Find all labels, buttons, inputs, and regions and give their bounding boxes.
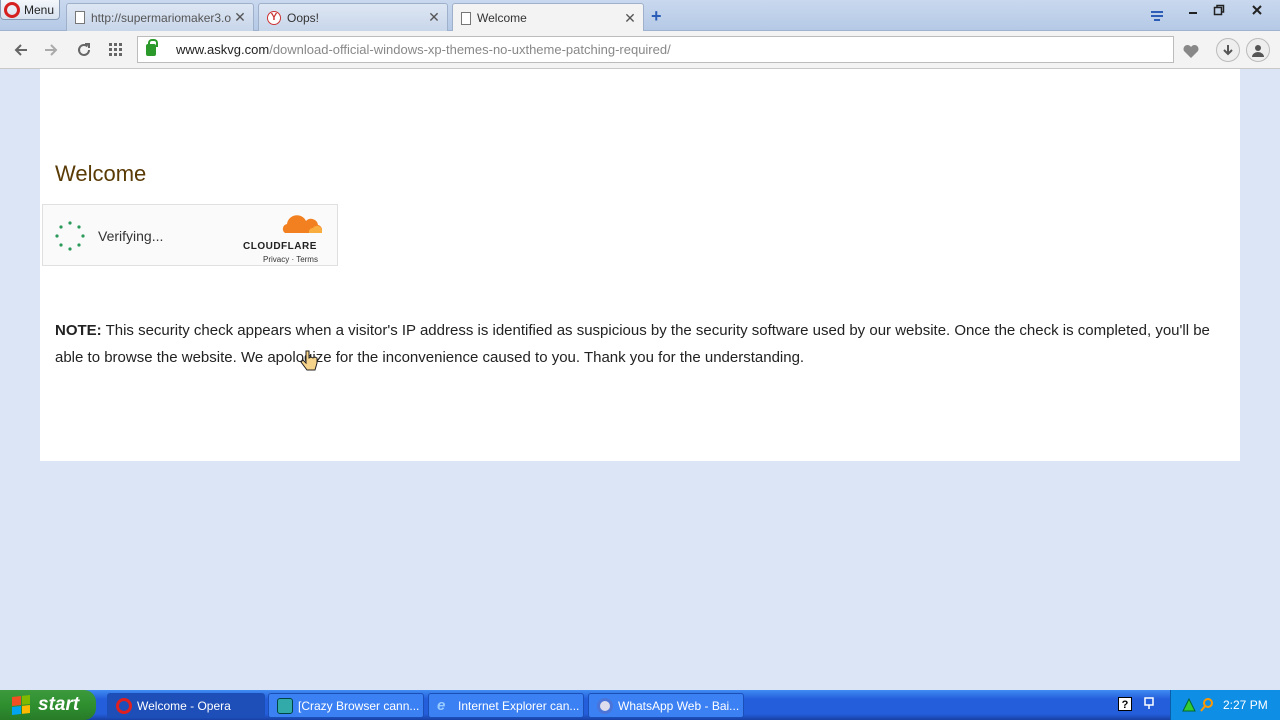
clock[interactable]: 2:27 PM [1223, 698, 1268, 712]
security-note: NOTE: This security check appears when a… [55, 317, 1215, 371]
address-bar[interactable]: www.askvg.com /download-official-windows… [137, 36, 1174, 63]
network-icon[interactable] [1142, 695, 1156, 716]
note-label: NOTE: [55, 322, 102, 339]
taskbar-item-label: [Crazy Browser cann... [298, 698, 420, 713]
speed-dial-icon[interactable] [105, 39, 127, 61]
windows-flag-icon [12, 695, 30, 715]
browser-icon [597, 697, 613, 714]
cloudflare-verification-widget[interactable]: Verifying... CLOUDFLARE Privacy · Terms [42, 204, 338, 266]
tab-welcome[interactable]: Welcome ✕ [452, 3, 644, 32]
taskbar-item-opera[interactable]: Welcome - Opera [107, 693, 265, 718]
page-icon [75, 11, 85, 24]
cloudflare-cloud-icon [282, 215, 323, 233]
reload-button[interactable] [73, 39, 95, 61]
verifying-status: Verifying... [98, 228, 164, 244]
search-icon[interactable] [1199, 697, 1215, 713]
taskbar-item-label: Internet Explorer can... [458, 698, 580, 713]
tab-label: http://supermariomaker3.org [91, 10, 231, 25]
taskbar-item-crazy-browser[interactable]: [Crazy Browser cann... [268, 693, 424, 718]
start-button[interactable]: start [0, 690, 96, 720]
close-tab-icon[interactable]: ✕ [425, 9, 443, 26]
internet-explorer-icon: e [437, 696, 446, 714]
tab-strip: Menu http://supermariomaker3.org ✕ Y Oop… [0, 0, 1280, 32]
taskbar: start Welcome - Opera [Crazy Browser can… [0, 690, 1280, 720]
opera-icon [116, 697, 132, 714]
stash-heart-icon[interactable] [1180, 39, 1202, 61]
page-content: Welcome Verifying... CLOUDFLARE Privacy … [40, 69, 1240, 461]
back-button[interactable] [10, 39, 32, 61]
note-text: This security check appears when a visit… [55, 322, 1210, 366]
page-title: Welcome [55, 161, 147, 186]
close-tab-icon[interactable]: ✕ [231, 9, 249, 26]
privacy-terms-links[interactable]: Privacy · Terms [263, 255, 323, 264]
account-icon[interactable] [1246, 38, 1270, 62]
crazy-browser-icon [277, 697, 293, 714]
cloudflare-brand: CLOUDFLARE [243, 241, 317, 252]
yandex-icon: Y [267, 10, 281, 25]
navigation-bar: www.askvg.com /download-official-windows… [0, 31, 1280, 69]
tab-supermariomaker[interactable]: http://supermariomaker3.org ✕ [66, 3, 254, 31]
menu-label: Menu [24, 2, 55, 17]
opera-logo-icon [4, 1, 20, 18]
secure-lock-icon [146, 38, 158, 56]
close-tab-icon[interactable]: ✕ [621, 10, 639, 27]
taskbar-item-label: WhatsApp Web - Bai... [618, 698, 740, 713]
url-host: www.askvg.com [176, 42, 270, 57]
spinner-icon [55, 221, 85, 251]
cloudflare-logo: CLOUDFLARE Privacy · Terms [243, 213, 323, 264]
taskbar-item-internet-explorer[interactable]: e Internet Explorer can... [428, 693, 584, 718]
tray-app-icon[interactable] [1181, 697, 1197, 713]
help-icon[interactable]: ? [1118, 697, 1132, 711]
hand-cursor-icon [300, 350, 318, 371]
system-tray: 2:27 PM [1170, 690, 1280, 720]
tab-menu-icon[interactable] [1146, 6, 1168, 26]
tab-oops[interactable]: Y Oops! ✕ [258, 3, 448, 31]
download-icon[interactable] [1216, 38, 1240, 62]
page-icon [461, 11, 471, 25]
close-window-button[interactable] [1244, 0, 1270, 20]
taskbar-item-label: Welcome - Opera [137, 698, 231, 713]
taskbar-item-whatsapp[interactable]: WhatsApp Web - Bai... [588, 693, 744, 718]
url-path: /download-official-windows-xp-themes-no-… [269, 42, 671, 57]
minimize-button[interactable] [1182, 0, 1204, 20]
forward-button[interactable] [40, 39, 62, 61]
new-tab-button[interactable]: + [651, 6, 662, 27]
restore-button[interactable] [1208, 0, 1230, 20]
tab-label: Welcome [477, 11, 527, 25]
tab-label: Oops! [287, 10, 320, 25]
opera-menu-button[interactable]: Menu [0, 0, 60, 20]
start-label: start [38, 694, 80, 715]
